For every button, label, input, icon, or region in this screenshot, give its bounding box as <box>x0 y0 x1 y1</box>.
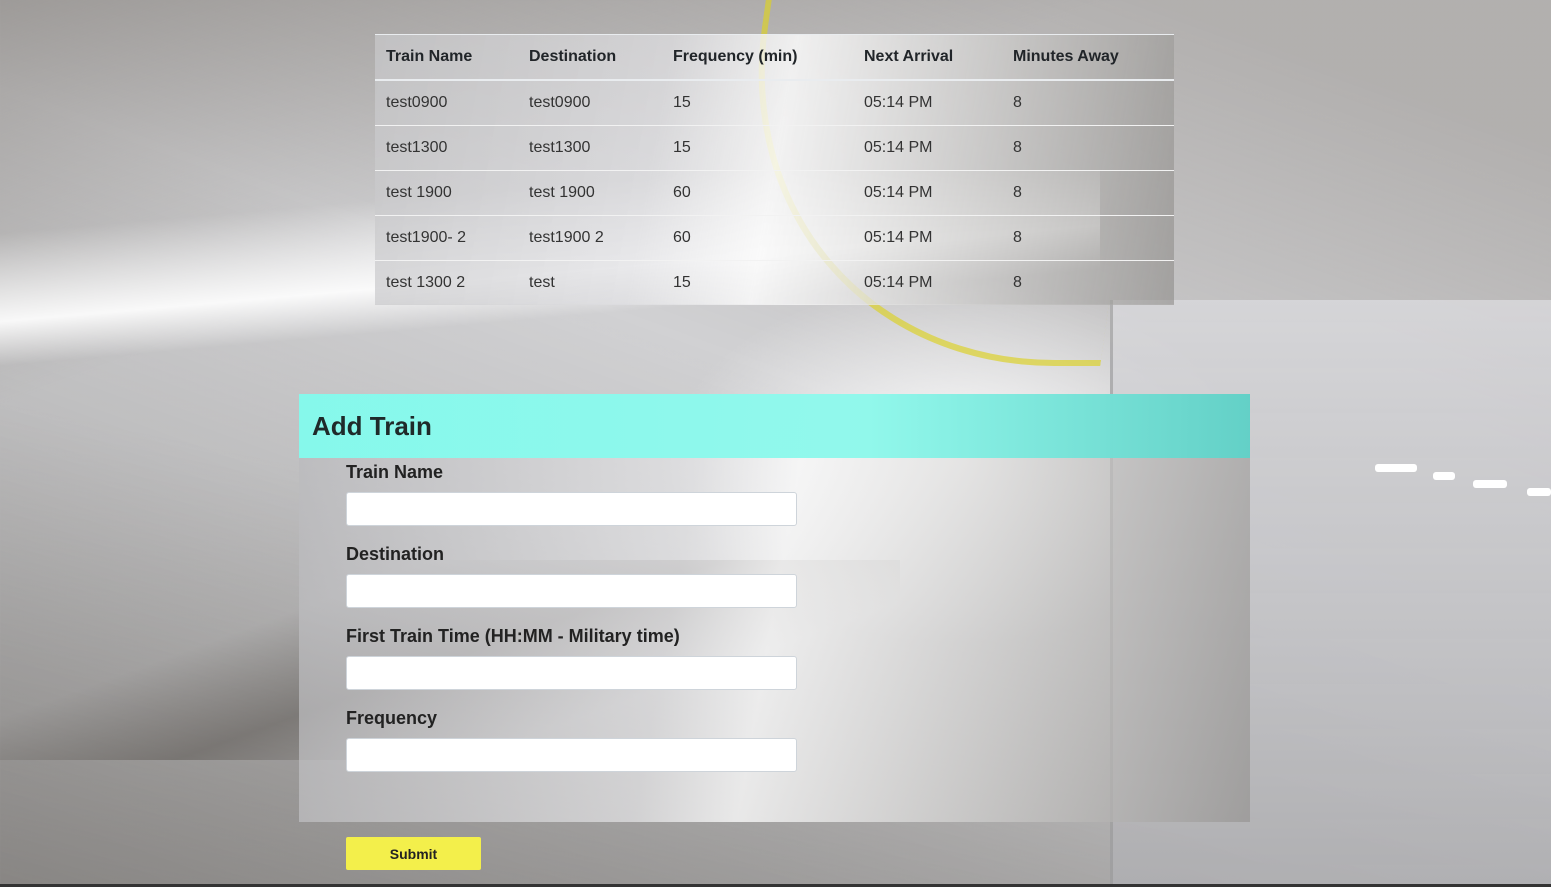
train-schedule-table: Train Name Destination Frequency (min) N… <box>375 34 1174 305</box>
header-destination: Destination <box>518 34 662 81</box>
cell-minutes-away: 8 <box>1002 125 1174 171</box>
cell-train-name: test 1900 <box>375 170 518 216</box>
cell-next-arrival: 05:14 PM <box>853 79 1002 126</box>
header-train-name: Train Name <box>375 34 518 81</box>
cell-train-name: test0900 <box>375 79 518 126</box>
cell-frequency: 60 <box>662 215 853 261</box>
table-row: test 1900 test 1900 60 05:14 PM 8 <box>375 170 1174 216</box>
add-train-header: Add Train <box>299 394 1250 458</box>
add-train-form: Train Name Destination First Train Time … <box>299 458 1250 772</box>
table-row: test 1300 2 test 15 05:14 PM 8 <box>375 260 1174 305</box>
header-next-arrival: Next Arrival <box>853 34 1002 81</box>
cell-minutes-away: 8 <box>1002 260 1174 305</box>
cell-destination: test 1900 <box>518 170 662 216</box>
frequency-label: Frequency <box>346 708 438 728</box>
cell-minutes-away: 8 <box>1002 215 1174 261</box>
table-row: test1300 test1300 15 05:14 PM 8 <box>375 125 1174 171</box>
frequency-input[interactable] <box>346 738 797 772</box>
add-train-title: Add Train <box>312 410 432 441</box>
cell-frequency: 60 <box>662 170 853 216</box>
cell-frequency: 15 <box>662 79 853 126</box>
cell-destination: test0900 <box>518 79 662 126</box>
cell-next-arrival: 05:14 PM <box>853 215 1002 261</box>
submit-button[interactable]: Submit <box>346 837 481 870</box>
destination-input[interactable] <box>346 574 797 608</box>
cell-train-name: test1900- 2 <box>375 215 518 261</box>
cell-destination: test <box>518 260 662 305</box>
train-name-input[interactable] <box>346 492 797 526</box>
cell-frequency: 15 <box>662 125 853 171</box>
destination-label: Destination <box>346 544 445 564</box>
header-frequency: Frequency (min) <box>662 34 853 81</box>
cell-next-arrival: 05:14 PM <box>853 260 1002 305</box>
cell-train-name: test 1300 2 <box>375 260 518 305</box>
train-name-label: Train Name <box>346 462 444 482</box>
cell-minutes-away: 8 <box>1002 170 1174 216</box>
cell-next-arrival: 05:14 PM <box>853 170 1002 216</box>
cell-minutes-away: 8 <box>1002 79 1174 126</box>
cell-destination: test1900 2 <box>518 215 662 261</box>
header-minutes-away: Minutes Away <box>1002 34 1174 81</box>
cell-next-arrival: 05:14 PM <box>853 125 1002 171</box>
table-row: test1900- 2 test1900 2 60 05:14 PM 8 <box>375 215 1174 261</box>
first-train-time-input[interactable] <box>346 656 797 690</box>
table-row: test0900 test0900 15 05:14 PM 8 <box>375 79 1174 126</box>
cell-destination: test1300 <box>518 125 662 171</box>
first-train-time-label: First Train Time (HH:MM - Military time) <box>346 626 680 646</box>
add-train-panel: Add Train Train Name Destination First T… <box>299 394 1250 822</box>
background-lane-dashes <box>1375 462 1551 496</box>
cell-frequency: 15 <box>662 260 853 305</box>
table-header-row: Train Name Destination Frequency (min) N… <box>375 34 1174 81</box>
cell-train-name: test1300 <box>375 125 518 171</box>
